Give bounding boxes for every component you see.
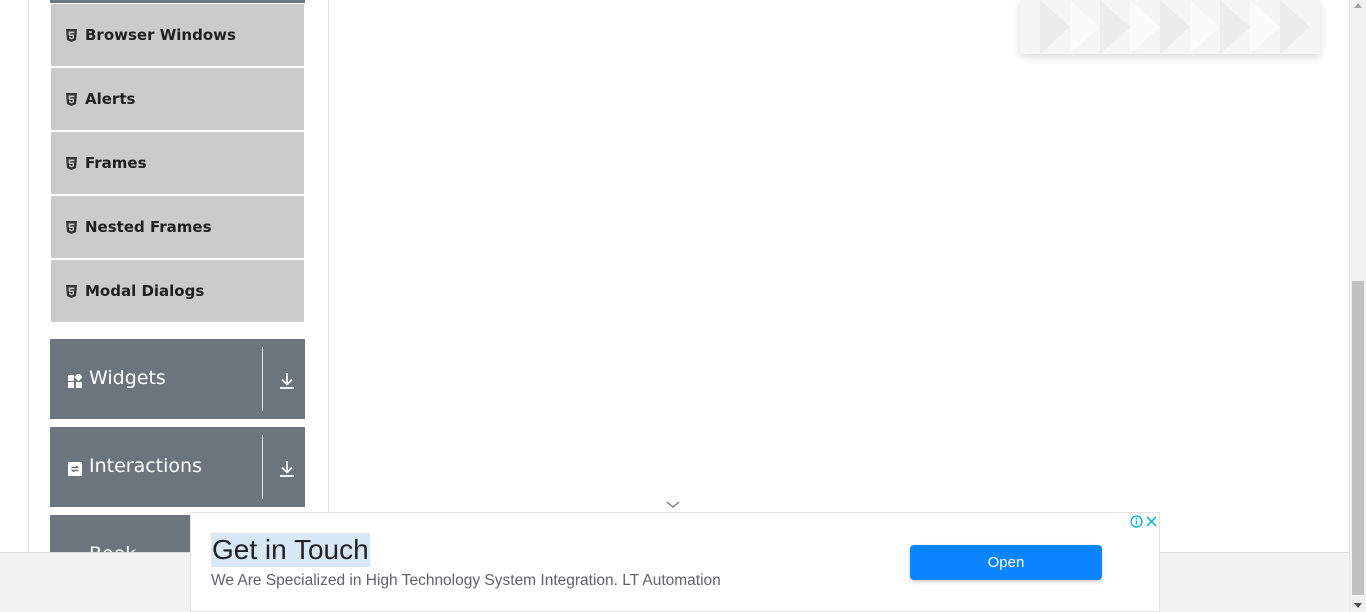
open-button[interactable]: Open <box>910 545 1102 580</box>
group-separator <box>262 347 263 411</box>
sidebar-item-nested-frames[interactable]: Nested Frames <box>51 196 304 258</box>
ad-description[interactable]: We Are Specialized in High Technology Sy… <box>211 572 721 590</box>
sidebar-item-alerts[interactable]: Alerts <box>51 68 304 130</box>
sidebar-item-label: Nested Frames <box>85 218 212 236</box>
sidebar-item-label: Alerts <box>85 90 136 108</box>
html5-icon <box>65 28 77 42</box>
group-header-bottom-edge <box>50 0 305 3</box>
ad-banner[interactable]: Get in Touch We Are Specialized in High … <box>190 512 1160 612</box>
sidebar-group-label: Book Store <box>89 543 190 552</box>
column-divider <box>328 0 329 552</box>
scroll-up-icon[interactable] <box>1354 3 1362 8</box>
sidebar-group-label: Interactions <box>89 455 202 477</box>
widgets-icon <box>68 372 83 388</box>
sidebar-item-label: Modal Dialogs <box>85 282 205 300</box>
info-icon[interactable] <box>1129 514 1144 529</box>
sidebar-item-browser-windows[interactable]: Browser Windows <box>51 4 304 66</box>
ad-title[interactable]: Get in Touch <box>211 533 370 567</box>
html5-icon <box>65 284 77 298</box>
sidebar-item-label: Browser Windows <box>85 26 236 44</box>
chevron-down-icon[interactable] <box>665 498 681 510</box>
sidebar-group-book-store[interactable]: Book Store <box>50 515 190 552</box>
page: Browser Windows Alerts Frames Nested Fra… <box>0 0 1366 612</box>
html5-icon <box>65 92 77 106</box>
scrollbar-thumb[interactable] <box>1352 281 1364 595</box>
scroll-down-icon[interactable] <box>1354 603 1362 608</box>
left-border <box>28 0 29 552</box>
html5-icon <box>65 156 77 170</box>
html5-icon <box>65 220 77 234</box>
interactions-icon <box>68 462 82 476</box>
download-icon[interactable] <box>278 459 296 479</box>
download-icon[interactable] <box>278 371 296 391</box>
ad-frame <box>1020 0 1320 54</box>
sidebar-group-interactions[interactable]: Interactions <box>50 427 305 507</box>
sidebar-item-frames[interactable]: Frames <box>51 132 304 194</box>
sidebar-group-label: Widgets <box>89 367 166 389</box>
close-icon[interactable] <box>1144 514 1159 529</box>
sidebar-item-label: Frames <box>85 154 147 172</box>
vertical-scrollbar[interactable] <box>1349 0 1366 612</box>
sidebar-item-modal-dialogs[interactable]: Modal Dialogs <box>51 260 304 322</box>
group-separator <box>262 435 263 499</box>
sidebar-group-widgets[interactable]: Widgets <box>50 339 305 419</box>
